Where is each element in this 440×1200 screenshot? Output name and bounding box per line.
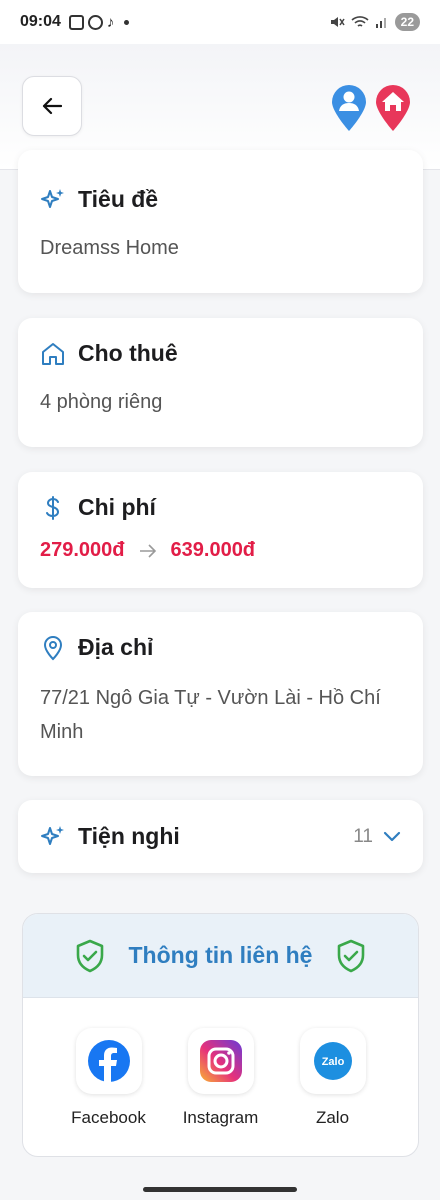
location-pin-icon: [43, 635, 63, 660]
zalo-icon: Zalo: [313, 1042, 352, 1080]
social-links: Facebook Instagram Zalo Zalo: [23, 1028, 418, 1128]
user-pin-icon[interactable]: [330, 84, 368, 132]
social-facebook[interactable]: Facebook: [68, 1028, 150, 1128]
zalo-button[interactable]: Zalo: [299, 1028, 366, 1094]
status-time: 09:04: [20, 13, 61, 30]
arrow-left-icon: [42, 97, 62, 115]
price-max: 639.000đ: [170, 539, 256, 561]
social-instagram[interactable]: Instagram: [180, 1028, 262, 1128]
amenities-count: 11: [353, 825, 373, 847]
contact-title: Thông tin liên hệ: [128, 942, 313, 968]
dollar-icon: [46, 495, 60, 520]
instagram-icon: [87, 14, 103, 30]
rent-card-value: 4 phòng riêng: [40, 391, 163, 413]
sparkle-icon: [41, 188, 64, 208]
notification-dot-icon: [124, 19, 130, 25]
home-indicator[interactable]: [143, 1187, 297, 1192]
facebook-button[interactable]: [75, 1028, 142, 1094]
home-pin-icon[interactable]: [374, 84, 412, 132]
cost-card-label: Chi phí: [78, 494, 156, 520]
facebook-label: Facebook: [71, 1108, 146, 1127]
arrow-right-icon: [139, 543, 156, 558]
chevron-down-icon[interactable]: [383, 831, 401, 843]
instagram-label: Instagram: [182, 1108, 259, 1127]
wifi-icon: [351, 16, 369, 27]
battery-indicator: 22: [394, 13, 420, 31]
shield-check-icon: [76, 939, 103, 972]
price-range: 279.000đ 639.000đ: [40, 539, 401, 562]
sparkle-icon: [41, 825, 64, 845]
address-card: Địa chỉ 77/21 Ngô Gia Tự - Vườn Lài - Hồ…: [18, 612, 423, 776]
amenities-card-label: Tiện nghi: [78, 823, 180, 849]
instagram-button[interactable]: [187, 1028, 254, 1094]
rent-card: Cho thuê 4 phòng riêng: [18, 318, 423, 447]
address-card-value: 77/21 Ngô Gia Tự - Vườn Lài - Hồ Chí Min…: [40, 687, 381, 743]
title-card-value: Dreamss Home: [40, 237, 179, 259]
cost-card: Chi phí 279.000đ 639.000đ: [18, 472, 423, 588]
contact-section: Thông tin liên hệ Facebook Instagram Zal…: [22, 913, 419, 1157]
house-icon: [42, 342, 64, 365]
zalo-label: Zalo: [315, 1108, 350, 1127]
facebook-icon: [87, 1040, 130, 1082]
price-min: 279.000đ: [40, 539, 125, 561]
back-button[interactable]: [22, 76, 82, 136]
tiktok-icon: ♪: [106, 13, 115, 31]
title-card-label: Tiêu đề: [78, 186, 159, 212]
title-card: Tiêu đề Dreamss Home: [18, 150, 423, 293]
screenshot-icon: [68, 14, 84, 30]
instagram-icon: [199, 1040, 242, 1082]
amenities-card[interactable]: Tiện nghi 11: [18, 800, 423, 873]
rent-card-label: Cho thuê: [78, 340, 178, 366]
signal-icon: [375, 18, 386, 28]
contact-header: Thông tin liên hệ: [23, 914, 418, 998]
mute-icon: [330, 17, 345, 27]
social-zalo[interactable]: Zalo Zalo: [292, 1028, 374, 1128]
shield-check-icon: [338, 939, 365, 972]
svg-text:Zalo: Zalo: [321, 1056, 344, 1068]
status-bar: 09:04 ♪ 22: [0, 0, 440, 44]
address-card-label: Địa chỉ: [78, 634, 154, 660]
